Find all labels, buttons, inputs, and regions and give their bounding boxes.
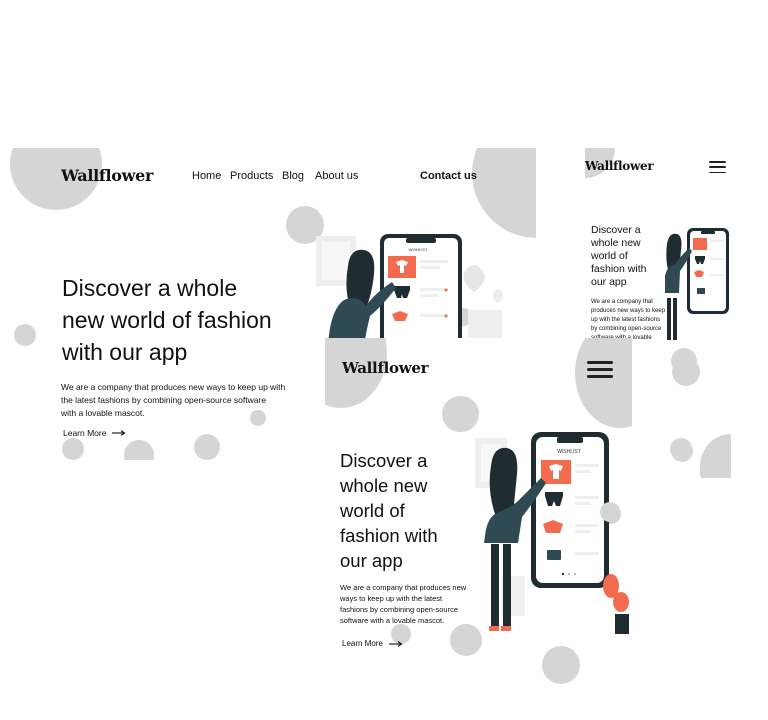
decor-circle (14, 324, 36, 346)
headline-line: Discover a whole (62, 275, 238, 301)
description-line: We are a company that produces new (340, 583, 467, 592)
arrow-right-icon (388, 640, 403, 647)
nav-home[interactable]: Home (192, 170, 221, 182)
learn-more-label: Learn More (342, 639, 383, 648)
decor-circle (450, 624, 482, 656)
phone-screen-label: WISHLIST (557, 449, 581, 455)
hamburger-menu-icon[interactable] (587, 361, 613, 378)
hero-illustration (665, 228, 729, 340)
headline-line: Discover a (591, 224, 641, 236)
brand-logo[interactable]: Wallflower (61, 166, 153, 185)
nav-products[interactable]: Products (230, 170, 273, 182)
hero-headline: Discover a whole new world of fashion wi… (62, 272, 272, 368)
decor-circle (194, 434, 220, 460)
description-line: with a lovable mascot. (61, 408, 145, 418)
hero-description: We are a company that produces new ways … (340, 582, 466, 626)
learn-more-label: Learn More (63, 428, 107, 438)
description-line: the latest fashions by combining open-so… (61, 395, 267, 405)
decor-circle (442, 396, 478, 432)
description-line: up with the latest fashions (591, 317, 661, 323)
decor-circle (472, 148, 536, 238)
headline-line: new world of fashion (62, 307, 272, 333)
description-line: We are a company that produces new ways … (61, 382, 286, 392)
decor-circle (542, 646, 580, 684)
headline-line: world of (340, 500, 405, 521)
hero-headline: Discover a whole new world of fashion wi… (340, 448, 438, 573)
brand-logo[interactable]: Wallflower (585, 159, 654, 173)
headline-line: our app (591, 276, 627, 288)
headline-line: fashion with (340, 525, 438, 546)
learn-more-link[interactable]: Learn More (342, 639, 403, 648)
arrow-right-icon (112, 430, 126, 436)
headline-line: world of (591, 250, 628, 262)
headline-line: whole new (591, 237, 641, 249)
brand-logo[interactable]: Wallflower (342, 359, 428, 377)
phone-screen-label: WISHLIST (409, 247, 428, 252)
hero-description: We are a company that produces new ways … (61, 381, 285, 420)
decor-circle (575, 338, 632, 428)
description-line: produces new ways to keep (591, 308, 666, 314)
hamburger-menu-icon[interactable] (709, 161, 726, 173)
headline-line: with our app (62, 339, 188, 365)
learn-more-link[interactable]: Learn More (63, 428, 126, 438)
decor-circle (600, 502, 620, 522)
decor-circle (62, 438, 84, 460)
description-line: fashions by combining open-source (340, 605, 458, 614)
hero-illustration: WISHLIST (316, 234, 504, 346)
decor-circle (124, 440, 154, 460)
nav-about[interactable]: About us (315, 170, 358, 182)
description-line: ways to keep up with the latest (340, 594, 443, 603)
description-line: by combining open-source (591, 326, 662, 332)
nav-blog[interactable]: Blog (282, 170, 304, 182)
tablet-mockup: Wallflower Discover a whole new world of… (325, 338, 632, 653)
description-line: We are a company that (591, 299, 653, 305)
decor-circle (672, 358, 700, 386)
description-line: software with a lovable mascot. (340, 616, 445, 625)
hero-headline: Discover a whole new world of fashion wi… (591, 224, 646, 289)
hero-illustration: WISHLIST (475, 432, 629, 634)
headline-line: fashion with (591, 263, 647, 275)
headline-line: our app (340, 550, 403, 571)
decor-circle (670, 438, 692, 460)
headline-line: whole new (340, 475, 428, 496)
nav-contact[interactable]: Contact us (420, 170, 477, 182)
headline-line: Discover a (340, 450, 428, 471)
